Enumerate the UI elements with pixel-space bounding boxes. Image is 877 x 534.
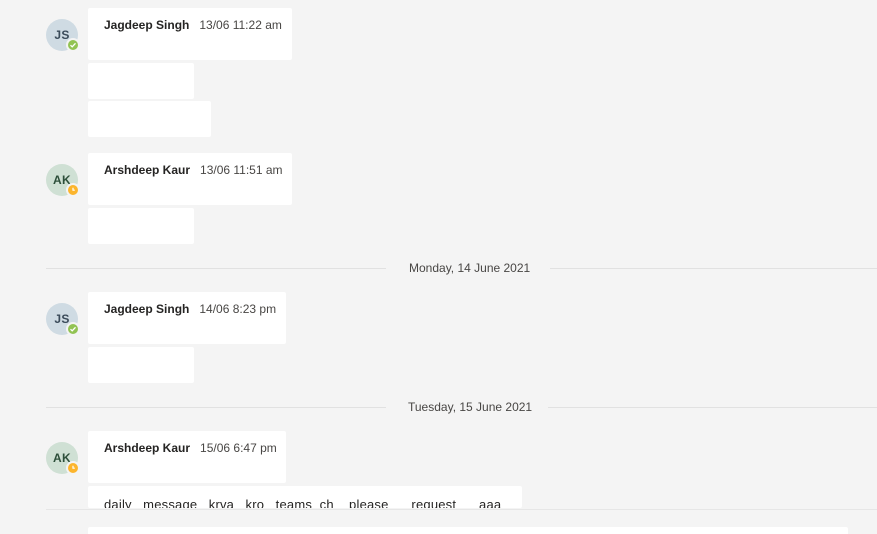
message-header-bubble[interactable]: Arshdeep Kaur 15/06 6:47 pm	[88, 431, 286, 483]
message-header-bubble[interactable]: Jagdeep Singh 14/06 8:23 pm	[88, 292, 286, 344]
presence-away-clock-icon	[66, 183, 80, 197]
presence-available-icon	[66, 322, 80, 336]
message-text: daily message krva kro teams ch please r…	[104, 497, 502, 508]
message-timestamp: 15/06 6:47 pm	[200, 441, 277, 455]
message-content-bubble[interactable]	[88, 63, 194, 99]
date-divider-line	[46, 407, 386, 408]
message-sender: Jagdeep Singh	[104, 18, 190, 32]
message-content-bubble[interactable]	[88, 208, 194, 244]
message-timestamp: 14/06 8:23 pm	[199, 302, 277, 316]
message-sender: Arshdeep Kaur	[104, 163, 191, 177]
date-divider-label: Tuesday, 15 June 2021	[408, 400, 533, 414]
date-divider-line	[46, 268, 386, 269]
avatar[interactable]: JS	[46, 19, 80, 52]
presence-available-icon	[66, 38, 80, 52]
message-header-bubble[interactable]: Arshdeep Kaur 13/06 11:51 am	[88, 153, 292, 205]
message-content-bubble[interactable]	[88, 101, 211, 137]
message-header-bubble[interactable]: Jagdeep Singh 13/06 11:22 am	[88, 8, 292, 60]
message-content-bubble[interactable]	[88, 347, 194, 383]
message-sender: Arshdeep Kaur	[104, 441, 191, 455]
date-divider-line	[548, 407, 877, 408]
avatar[interactable]: JS	[46, 303, 80, 336]
avatar[interactable]: AK	[46, 164, 80, 197]
message-sender: Jagdeep Singh	[104, 302, 190, 316]
presence-away-clock-icon	[66, 461, 80, 475]
message-timestamp: 13/06 11:22 am	[199, 18, 282, 32]
chat-thread: JS Jagdeep Singh 13/06 11:22 am AK Arshde…	[0, 0, 877, 534]
date-divider-line	[550, 268, 877, 269]
avatar[interactable]: AK	[46, 442, 80, 475]
date-divider-label: Monday, 14 June 2021	[409, 261, 531, 275]
message-timestamp: 13/06 11:51 am	[200, 163, 283, 177]
compose-box[interactable]	[88, 527, 848, 534]
compose-separator	[46, 509, 877, 510]
message-content-bubble[interactable]: daily message krva kro teams ch please r…	[88, 486, 522, 508]
